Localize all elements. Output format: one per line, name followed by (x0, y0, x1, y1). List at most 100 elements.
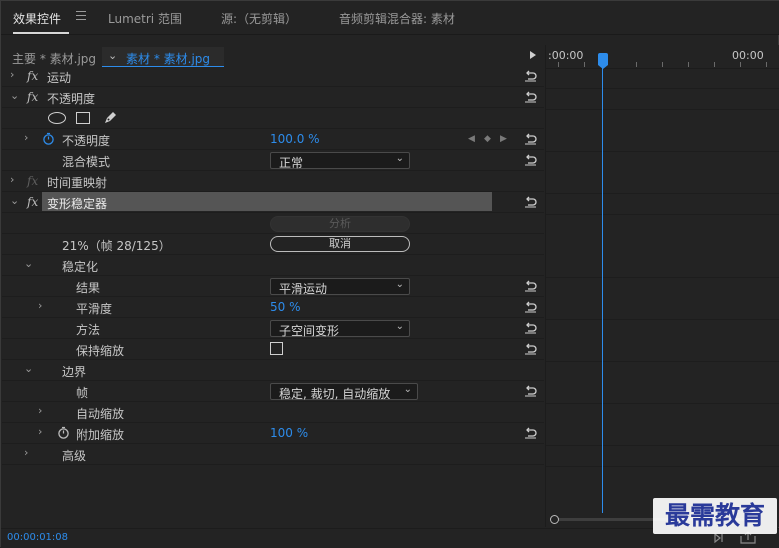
dropdown-value: 平滑运动 (279, 282, 328, 296)
timeline-end-timecode: 00:00 (732, 49, 764, 62)
tab-effect-controls[interactable]: 效果控件 (13, 10, 61, 27)
result-dropdown[interactable]: 平滑运动 ⌄ (270, 278, 410, 296)
chevron-right-icon[interactable]: › (10, 68, 14, 81)
reset-icon[interactable] (524, 321, 537, 334)
reset-icon[interactable] (524, 90, 537, 103)
watermark-logo: 最需教育 (653, 498, 777, 534)
reset-icon[interactable] (524, 153, 537, 166)
effect-label: 运动 (47, 71, 72, 85)
effect-row-motion[interactable]: › fx 运动 (2, 66, 544, 87)
panel-menu-icon[interactable] (76, 11, 86, 23)
prev-keyframe-icon[interactable]: ◀ (468, 134, 475, 144)
dropdown-value: 子空间变形 (279, 324, 340, 338)
master-clip-label[interactable]: 主要 * 素材.jpg (12, 50, 96, 67)
chevron-right-icon[interactable]: › (38, 425, 42, 438)
cancel-button[interactable]: 取消 (270, 236, 410, 252)
group-label: 边界 (62, 365, 87, 379)
mask-tools-row (2, 108, 544, 129)
chevron-down-icon[interactable]: ⌄ (10, 89, 19, 102)
fx-icon[interactable]: fx (27, 69, 38, 83)
advanced-group-row[interactable]: › 高级 (2, 444, 544, 465)
tab-source[interactable]: 源:（无剪辑） (221, 10, 297, 27)
chevron-down-icon: ⌄ (395, 279, 404, 290)
property-label: 不透明度 (62, 134, 111, 148)
effect-row-time-remap[interactable]: › fx 时间重映射 (2, 171, 544, 192)
chevron-right-icon[interactable]: › (24, 131, 28, 144)
auto-scale-row[interactable]: › 自动缩放 (2, 402, 544, 423)
additional-scale-row[interactable]: › 附加缩放 100 % (2, 423, 544, 444)
chevron-right-icon[interactable]: › (24, 446, 28, 459)
stopwatch-icon[interactable] (57, 426, 70, 439)
effect-timeline[interactable]: :00:00 00:00 (545, 45, 779, 527)
dropdown-value: 稳定, 裁切, 自动缩放 (279, 387, 391, 401)
effect-label: 时间重映射 (47, 176, 108, 190)
tab-audio-clip-mixer[interactable]: 音频剪辑混合器: 素材 (339, 10, 455, 27)
property-label: 帧 (76, 386, 89, 400)
effect-controls-panel: 效果控件 Lumetri 范围 源:（无剪辑） 音频剪辑混合器: 素材 主要 *… (0, 0, 779, 548)
opacity-value[interactable]: 100.0 % (270, 132, 320, 146)
blend-mode-row[interactable]: 混合模式 正常 ⌄ (2, 150, 544, 171)
property-label: 附加缩放 (76, 428, 125, 442)
chevron-down-icon: ⌄ (108, 49, 118, 62)
blend-mode-dropdown[interactable]: 正常 ⌄ (270, 152, 410, 170)
group-label: 高级 (62, 449, 87, 463)
stopwatch-icon[interactable] (42, 132, 55, 145)
chevron-down-icon[interactable]: ⌄ (24, 257, 33, 270)
stabilization-group-row[interactable]: ⌄ 稳定化 (2, 255, 544, 276)
group-label: 稳定化 (62, 260, 99, 274)
framing-row[interactable]: 帧 稳定, 裁切, 自动缩放 ⌄ (2, 381, 544, 402)
method-dropdown[interactable]: 子空间变形 ⌄ (270, 320, 410, 338)
effect-row-opacity[interactable]: ⌄ fx 不透明度 (2, 87, 544, 108)
next-keyframe-icon[interactable]: ▶ (500, 134, 507, 144)
clip-selector-bar: 主要 * 素材.jpg ⌄ 素材 * 素材.jpg (2, 45, 544, 67)
chevron-down-icon[interactable]: ⌄ (10, 194, 19, 207)
reset-icon[interactable] (524, 195, 537, 208)
reset-icon[interactable] (524, 426, 537, 439)
play-only-audio-icon[interactable] (530, 51, 536, 59)
timeline-start-timecode: :00:00 (548, 49, 584, 62)
fx-icon[interactable]: fx (27, 195, 38, 209)
chevron-right-icon[interactable]: › (38, 404, 42, 417)
effect-row-warp-stabilizer[interactable]: ⌄ fx 变形稳定器 (2, 192, 544, 213)
additional-scale-value[interactable]: 100 % (270, 426, 308, 440)
panel-tab-bar: 效果控件 Lumetri 范围 源:（无剪辑） 音频剪辑混合器: 素材 (1, 1, 779, 35)
analyze-button[interactable]: 分析 (270, 216, 410, 232)
chevron-right-icon[interactable]: › (10, 173, 14, 186)
chevron-down-icon: ⌄ (395, 153, 404, 164)
effect-properties-list: 主要 * 素材.jpg ⌄ 素材 * 素材.jpg › fx 运动 ⌄ fx 不… (2, 45, 544, 527)
reset-icon[interactable] (524, 279, 537, 292)
tab-lumetri-scopes[interactable]: Lumetri 范围 (108, 10, 182, 27)
opacity-property-row[interactable]: › 不透明度 100.0 % ◀ ◆ ▶ (2, 129, 544, 150)
ellipse-mask-icon[interactable] (48, 112, 66, 124)
add-keyframe-icon[interactable]: ◆ (484, 134, 491, 144)
preserve-scale-row[interactable]: 保持缩放 (2, 339, 544, 360)
clip-dropdown[interactable]: ⌄ 素材 * 素材.jpg (102, 47, 224, 67)
reset-icon[interactable] (524, 300, 537, 313)
reset-icon[interactable] (524, 69, 537, 82)
property-label: 混合模式 (62, 155, 111, 169)
fx-icon[interactable]: fx (27, 90, 38, 104)
time-ruler[interactable]: :00:00 00:00 (546, 45, 779, 69)
reset-icon[interactable] (524, 384, 537, 397)
borders-group-row[interactable]: ⌄ 边界 (2, 360, 544, 381)
pen-mask-icon[interactable] (102, 110, 118, 126)
framing-dropdown[interactable]: 稳定, 裁切, 自动缩放 ⌄ (270, 383, 418, 401)
dropdown-value: 正常 (279, 156, 304, 170)
chevron-down-icon[interactable]: ⌄ (24, 362, 33, 375)
zoom-handle[interactable] (550, 515, 559, 524)
playhead-line (602, 65, 603, 513)
chevron-down-icon: ⌄ (403, 384, 412, 395)
effect-label: 不透明度 (47, 92, 96, 106)
analyze-row: 分析 (2, 213, 544, 234)
reset-icon[interactable] (524, 342, 537, 355)
method-row[interactable]: 方法 子空间变形 ⌄ (2, 318, 544, 339)
smoothness-row[interactable]: › 平滑度 50 % (2, 297, 544, 318)
rectangle-mask-icon[interactable] (76, 112, 90, 124)
result-row[interactable]: 结果 平滑运动 ⌄ (2, 276, 544, 297)
current-timecode[interactable]: 00:00:01:08 (7, 532, 68, 543)
reset-icon[interactable] (524, 132, 537, 145)
preserve-scale-checkbox[interactable] (270, 342, 283, 355)
smoothness-value[interactable]: 50 % (270, 300, 301, 314)
playhead-handle[interactable] (598, 53, 608, 69)
chevron-right-icon[interactable]: › (38, 299, 42, 312)
